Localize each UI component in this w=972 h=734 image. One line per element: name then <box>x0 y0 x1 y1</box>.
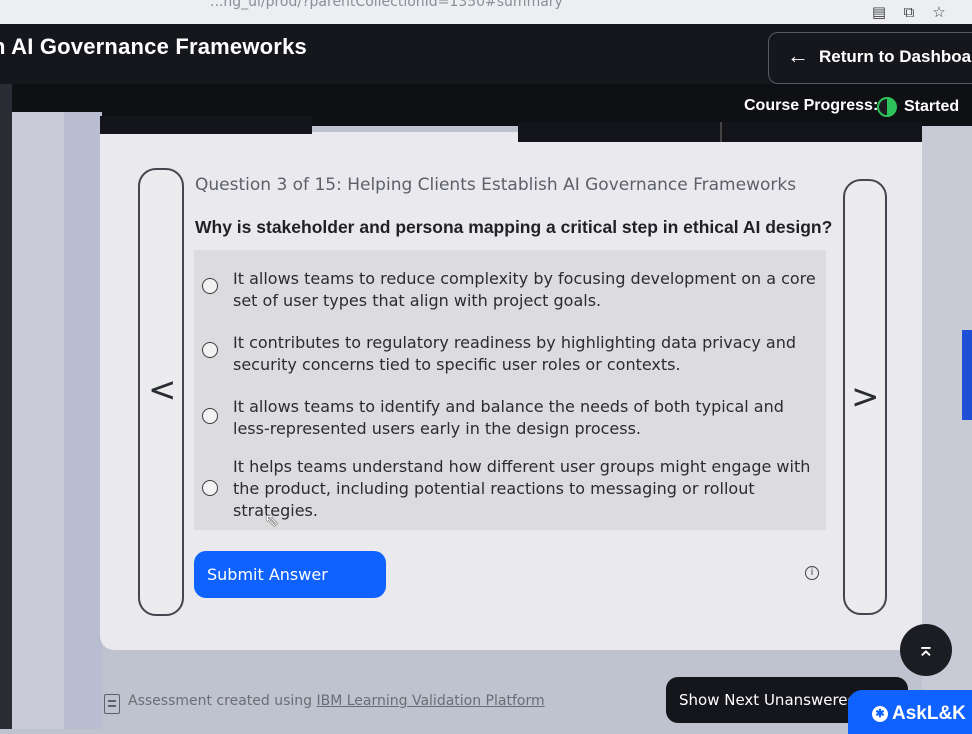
assessment-credit-prefix: Assessment created using <box>128 693 317 709</box>
course-progress-label: Course Progress: <box>744 97 879 114</box>
scroll-to-top-button[interactable]: ⌅ <box>900 624 952 676</box>
answer-option-text: It allows teams to identify and balance … <box>233 397 784 438</box>
chevron-left-icon: < <box>148 370 177 410</box>
star-icon[interactable]: ☆ <box>930 3 948 21</box>
answer-option[interactable]: It helps teams understand how different … <box>194 450 826 528</box>
radio-button[interactable] <box>202 408 218 424</box>
left-rail <box>0 84 12 729</box>
screen-cast-icon[interactable]: ⧉ <box>900 3 918 21</box>
info-icon[interactable]: i <box>805 566 819 580</box>
url-text[interactable]: ...ng_ui/prod/?parentCollectionId=1350#s… <box>210 0 563 10</box>
return-to-dashboard-button[interactable]: ← Return to Dashboar <box>768 32 972 84</box>
radio-button[interactable] <box>202 278 218 294</box>
assessment-credit: Assessment created using IBM Learning Va… <box>128 693 545 709</box>
radio-button[interactable] <box>202 342 218 358</box>
answer-option-text: It helps teams understand how different … <box>233 457 811 520</box>
course-header: n AI Governance Frameworks ← Return to D… <box>0 24 972 84</box>
answer-option[interactable]: It allows teams to identify and balance … <box>194 386 826 442</box>
next-question-button[interactable]: > <box>843 179 887 615</box>
arrow-left-icon: ← <box>787 43 809 68</box>
show-next-unanswered-label: Show Next Unanswered <box>679 691 858 709</box>
ibm-learning-validation-link[interactable]: IBM Learning Validation Platform <box>316 693 544 709</box>
chat-bubble-icon: ✱ <box>872 706 888 722</box>
previous-question-button[interactable]: < <box>138 168 184 616</box>
answer-options: It allows teams to reduce complexity by … <box>194 250 826 530</box>
progress-status-icon <box>877 97 897 117</box>
course-progress-status: Started <box>904 98 960 115</box>
answer-option-text: It allows teams to reduce complexity by … <box>233 269 816 310</box>
course-title: n AI Governance Frameworks <box>0 34 307 59</box>
answer-option[interactable]: It contributes to regulatory readiness b… <box>194 322 826 378</box>
reader-icon[interactable]: ▤ <box>870 3 888 21</box>
ask-lk-button[interactable]: ✱ AskL&K <box>848 690 972 734</box>
left-background <box>12 112 64 729</box>
panel-tab-divider <box>720 122 722 142</box>
chevron-up-icon: ⌅ <box>916 637 936 662</box>
chevron-right-icon: > <box>851 377 880 417</box>
browser-url-bar: ...ng_ui/prod/?parentCollectionId=1350#s… <box>0 0 972 24</box>
ask-lk-label: AskL&K <box>892 703 966 724</box>
answer-option[interactable]: It allows teams to reduce complexity by … <box>194 258 826 314</box>
radio-button[interactable] <box>202 480 218 496</box>
left-background-shade <box>64 112 102 729</box>
return-label: Return to Dashboar <box>819 47 972 66</box>
answer-option-text: It contributes to regulatory readiness b… <box>233 333 797 374</box>
submit-answer-button[interactable]: Submit Answer <box>194 551 386 598</box>
panel-tab-left <box>100 116 312 134</box>
question-text: Why is stakeholder and persona mapping a… <box>195 217 833 237</box>
question-title: Question 3 of 15: Helping Clients Establ… <box>195 175 797 195</box>
clipboard-icon <box>104 694 120 714</box>
mouse-cursor-icon: ⇖ <box>264 510 280 531</box>
submit-answer-label: Submit Answer <box>207 565 328 584</box>
right-edge-accent <box>962 330 972 420</box>
